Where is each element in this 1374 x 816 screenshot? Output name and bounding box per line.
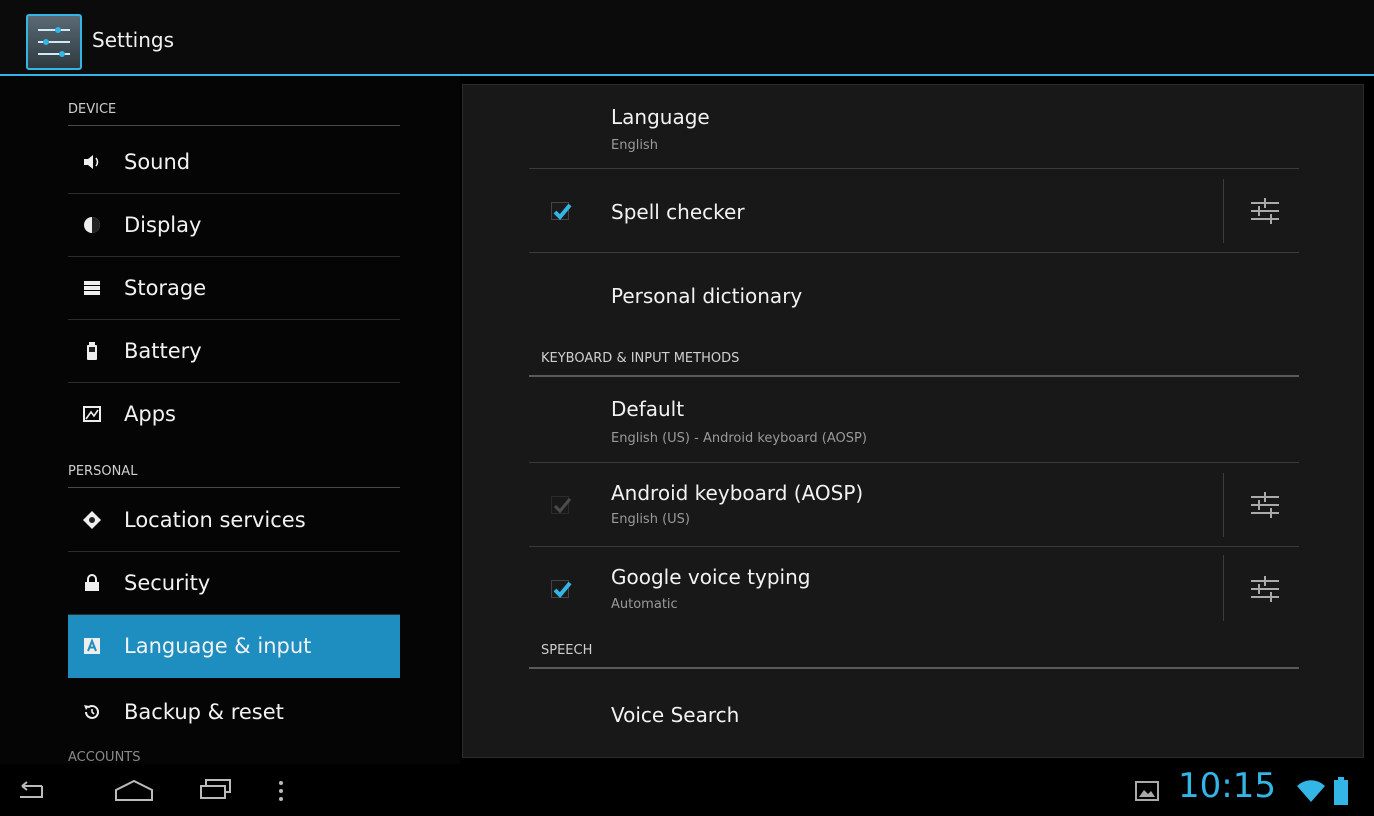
sidebar-item-display[interactable]: Display [68,194,400,257]
location-icon [83,511,101,529]
battery-icon [87,342,97,360]
screenshot-notification-icon[interactable] [1134,780,1160,802]
voice-search-preference[interactable]: Voice Search [529,671,1299,755]
sidebar-item-battery[interactable]: Battery [68,320,400,383]
menu-icon[interactable] [276,780,286,802]
default-input-method[interactable]: Default English (US) - Android keyboard … [529,377,1299,463]
section-header-keyboard-input-methods: KEYBOARD & INPUT METHODS [529,343,1299,377]
sidebar-item-location-services[interactable]: Location services [68,489,400,552]
language-input-panel: Language English Spell checker Personal … [462,84,1364,758]
settings-app-icon[interactable] [26,14,82,70]
android-keyboard-settings-icon[interactable] [1245,485,1285,525]
personal-dictionary-preference[interactable]: Personal dictionary [529,253,1299,337]
system-navigation-bar: 10:15 [0,764,1374,816]
google-voice-typing-settings-icon[interactable] [1245,569,1285,609]
google-voice-typing-checkbox[interactable] [551,580,572,598]
spell-checker-checkbox[interactable] [551,202,572,220]
sidebar-item-apps[interactable]: Apps [68,383,400,446]
sidebar-item-security[interactable]: Security [68,552,400,615]
section-header-speech: SPEECH [529,635,1299,669]
section-header-device: DEVICE [68,76,400,126]
apps-icon [83,406,101,422]
spell-checker-settings-icon[interactable] [1245,191,1285,231]
speaker-icon [84,155,99,169]
divider [1223,555,1224,621]
sidebar-item-language-input[interactable]: Language & input [68,615,400,678]
sidebar-item-backup-reset[interactable]: Backup & reset [68,681,400,744]
section-header-accounts: ACCOUNTS [68,750,141,764]
wifi-icon [1297,780,1325,802]
battery-status-icon [1334,777,1348,805]
spell-checker-preference[interactable]: Spell checker [529,169,1299,253]
sidebar-item-sound[interactable]: Sound [68,131,400,194]
section-header-personal: PERSONAL [68,438,400,488]
android-keyboard-checkbox [551,496,572,514]
language-icon [84,638,100,654]
backup-icon [84,704,99,719]
checkmark-icon [553,581,572,598]
lock-icon [85,574,99,591]
home-icon[interactable] [112,778,156,802]
checkmark-icon [553,203,572,220]
sidebar-item-storage[interactable]: Storage [68,257,400,320]
checkmark-icon [553,498,572,514]
settings-sidebar: DEVICE Sound Display Storage Battery App… [0,76,460,764]
page-title: Settings [92,28,175,52]
storage-icon [84,281,100,295]
back-icon[interactable] [14,780,46,802]
language-preference[interactable]: Language English [529,85,1299,169]
divider [1223,473,1224,537]
divider [1223,179,1224,243]
status-clock[interactable]: 10:15 [1178,766,1276,806]
recent-apps-icon[interactable] [198,778,234,802]
action-bar: Settings [0,0,1374,76]
android-keyboard-preference[interactable]: Android keyboard (AOSP) English (US) [529,463,1299,547]
brightness-icon [84,217,100,233]
google-voice-typing-preference[interactable]: Google voice typing Automatic [529,547,1299,631]
